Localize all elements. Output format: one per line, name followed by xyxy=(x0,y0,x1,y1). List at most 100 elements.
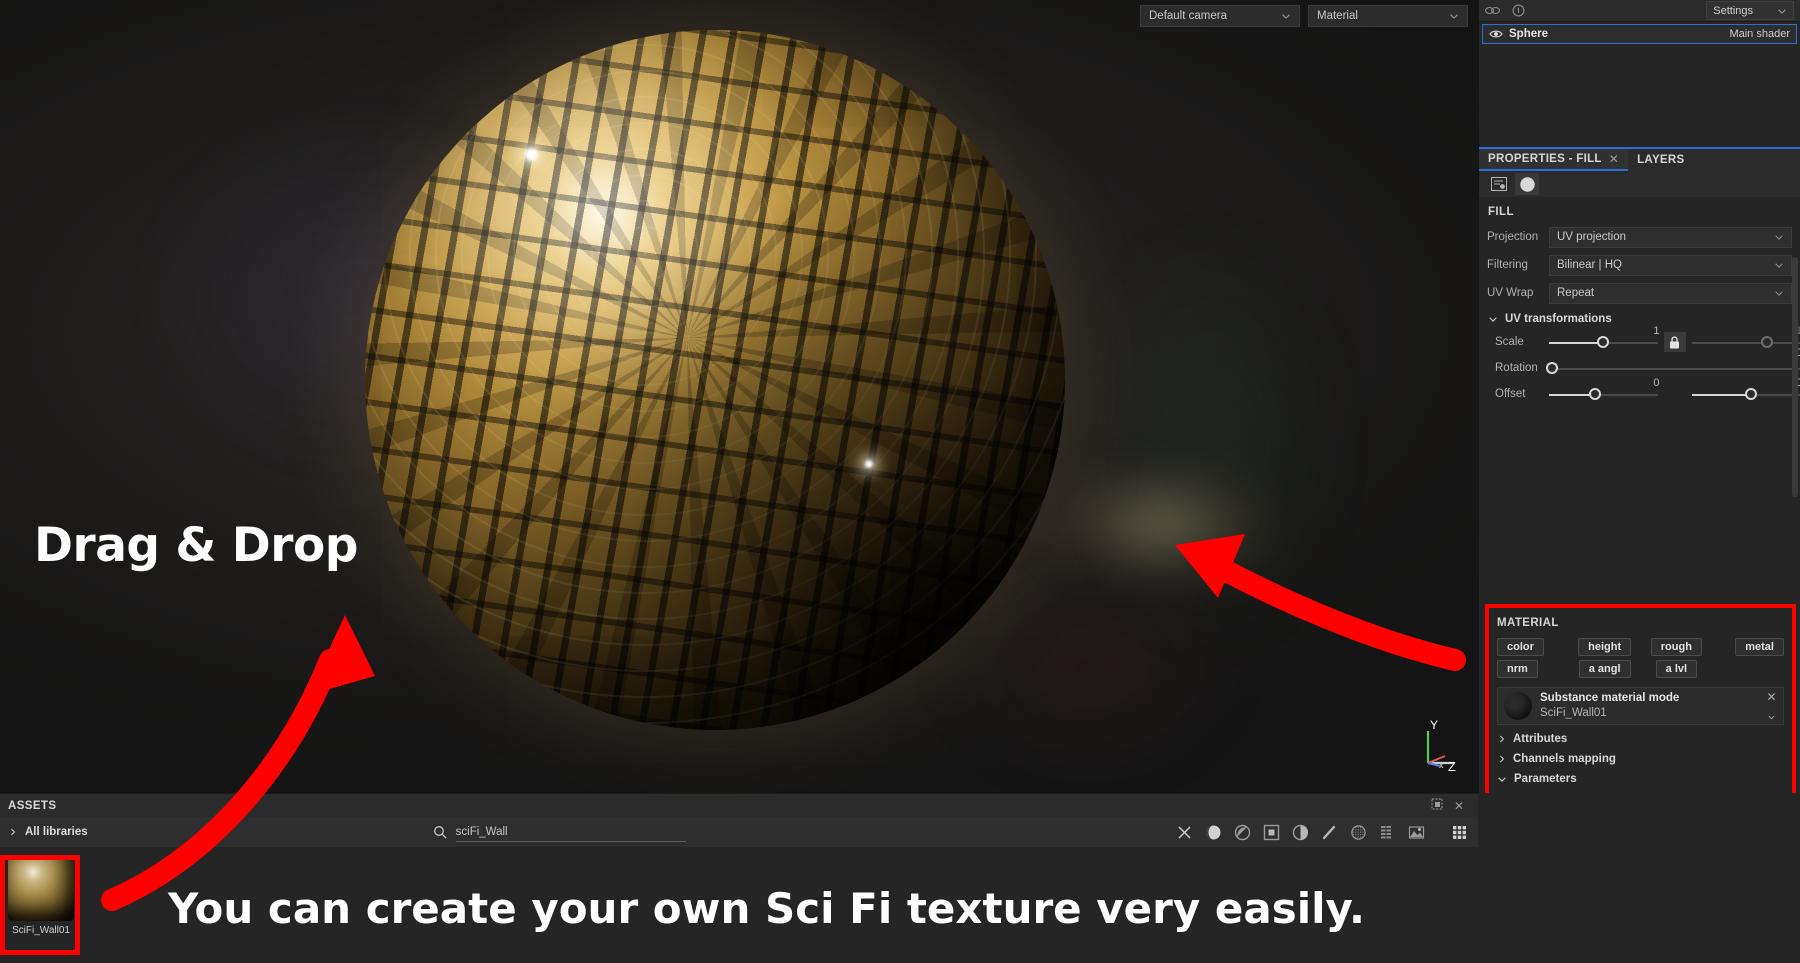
subtab-properties[interactable] xyxy=(1487,173,1511,195)
chevron-right-icon xyxy=(11,828,16,836)
materials-filter-icon[interactable] xyxy=(1202,821,1224,843)
material-sphere-icon xyxy=(1519,176,1535,192)
viewport-top-controls: Default camera Material xyxy=(1140,5,1468,27)
close-icon[interactable]: ✕ xyxy=(1448,799,1470,813)
smart-materials-filter-icon[interactable] xyxy=(1231,821,1253,843)
properties-tabbar: PROPERTIES - FILL ✕ LAYERS xyxy=(1479,147,1800,171)
shelf-item-name: Sphere xyxy=(1509,28,1548,40)
sphere-specular-highlight-2 xyxy=(865,460,873,468)
sphere-specular-highlight xyxy=(525,148,538,161)
smart-masks-filter-icon[interactable] xyxy=(1289,821,1311,843)
tab-properties-fill[interactable]: PROPERTIES - FILL ✕ xyxy=(1479,149,1629,171)
section-parameters-label: Parameters xyxy=(1514,773,1577,785)
uv-transformations-header[interactable]: UV transformations xyxy=(1479,309,1800,329)
assets-header: ASSETS ✕ xyxy=(0,793,1478,817)
channel-button-rough[interactable]: rough xyxy=(1650,638,1702,656)
chevron-down-icon xyxy=(1489,317,1497,322)
properties-scrollbar[interactable] xyxy=(1792,257,1798,497)
sphere-shading xyxy=(365,30,1065,730)
channel-button-a-angl[interactable]: a angl xyxy=(1578,660,1631,678)
clear-filter-icon[interactable] xyxy=(1173,821,1195,843)
uv-transformations-label: UV transformations xyxy=(1505,313,1612,325)
tab-properties-fill-label: PROPERTIES - FILL xyxy=(1488,153,1602,165)
grid-view-icon[interactable] xyxy=(1448,821,1470,843)
channel-button-metal[interactable]: metal xyxy=(1735,638,1784,656)
annotation-bottom-caption: You can create your own Sci Fi texture v… xyxy=(168,884,1365,933)
chevron-down-icon[interactable] xyxy=(1766,713,1777,721)
all-libraries-button[interactable]: All libraries xyxy=(8,826,88,838)
slider-scale-v[interactable]: 1 xyxy=(1691,325,1800,353)
material-sphere-thumbnail xyxy=(1504,692,1532,720)
right-panel-bottom-filler xyxy=(1478,793,1800,963)
close-icon[interactable]: ✕ xyxy=(1609,152,1619,166)
viewport-lens-flare xyxy=(1040,480,1280,570)
assets-search: sciFi_Wall xyxy=(433,823,686,842)
fill-section-title: FILL xyxy=(1488,206,1514,218)
axis-label-y: Y xyxy=(1430,719,1438,732)
application-window: Default camera Material Y x Z Settings S… xyxy=(0,0,1800,963)
environments-filter-icon[interactable] xyxy=(1405,821,1427,843)
brushes-filter-icon[interactable] xyxy=(1318,821,1340,843)
subtab-material[interactable] xyxy=(1515,173,1539,195)
field-filtering-select[interactable]: Bilinear | HQ xyxy=(1549,254,1792,276)
assets-panel: ASSETS ✕ All libraries sciFi_Wall SciFi_… xyxy=(0,793,1478,963)
properties-subtabs xyxy=(1479,171,1800,197)
channel-button-height[interactable]: height xyxy=(1578,638,1632,656)
field-projection: Projection UV projection xyxy=(1487,225,1792,249)
channel-button-nrm[interactable]: nrm xyxy=(1497,660,1538,678)
maximize-icon[interactable] xyxy=(1426,798,1448,813)
sphere-3d-model[interactable] xyxy=(365,30,1065,730)
camera-select[interactable]: Default camera xyxy=(1140,5,1300,27)
3d-viewport[interactable]: Default camera Material Y x Z xyxy=(0,0,1478,793)
chevron-right-icon xyxy=(1500,735,1505,743)
tab-layers[interactable]: LAYERS xyxy=(1628,149,1693,171)
slider-scale-label: Scale xyxy=(1495,336,1524,348)
settings-dropdown[interactable]: Settings xyxy=(1706,1,1794,20)
search-icon[interactable] xyxy=(433,825,447,839)
field-uv-wrap-value: Repeat xyxy=(1557,287,1595,299)
shading-select[interactable]: Material xyxy=(1308,5,1468,27)
chevron-down-icon xyxy=(1282,14,1290,19)
field-uv-wrap-select[interactable]: Repeat xyxy=(1549,282,1792,304)
section-parameters[interactable]: Parameters xyxy=(1489,769,1792,789)
section-attributes[interactable]: Attributes xyxy=(1489,729,1792,749)
search-input-value: sciFi_Wall xyxy=(455,825,508,838)
channel-button-color[interactable]: color xyxy=(1497,638,1544,656)
scale-lock-button[interactable] xyxy=(1663,332,1686,352)
field-projection-label: Projection xyxy=(1487,231,1539,243)
shelf-item-sphere[interactable]: Sphere Main shader xyxy=(1482,24,1797,44)
field-filtering: Filtering Bilinear | HQ xyxy=(1487,253,1792,277)
slider-offset-u[interactable]: 0 xyxy=(1549,377,1660,405)
axis-gizmo[interactable]: Y x Z xyxy=(1414,719,1466,771)
material-source-card[interactable]: Substance material mode SciFi_Wall01 ✕ xyxy=(1497,687,1784,725)
shading-select-value: Material xyxy=(1317,10,1358,22)
info-icon[interactable] xyxy=(1512,4,1525,17)
shelf-empty-area xyxy=(1479,44,1800,147)
section-channels-mapping[interactable]: Channels mapping xyxy=(1489,749,1792,769)
channel-button-a-lvl[interactable]: a lvl xyxy=(1655,660,1698,678)
all-libraries-label: All libraries xyxy=(25,826,88,838)
asset-item-scifi-wall01[interactable]: SciFi_Wall01 xyxy=(8,855,74,936)
masks-filter-icon[interactable] xyxy=(1260,821,1282,843)
chevron-down-icon xyxy=(1775,263,1783,268)
lock-icon xyxy=(1670,335,1679,348)
slider-offset-u-value: 0 xyxy=(1653,377,1660,389)
alphas-filter-icon[interactable] xyxy=(1347,821,1369,843)
slider-rotation-label: Rotation xyxy=(1495,362,1538,374)
eye-icon[interactable] xyxy=(1489,29,1503,39)
field-uv-wrap: UV Wrap Repeat xyxy=(1487,281,1792,305)
asset-item-label: SciFi_Wall01 xyxy=(12,925,70,936)
slider-offset: Offset 0 0 xyxy=(1479,377,1800,407)
field-projection-select[interactable]: UV projection xyxy=(1549,226,1792,248)
slider-rotation-track[interactable]: 0 xyxy=(1545,347,1800,379)
textures-filter-icon[interactable] xyxy=(1376,821,1398,843)
shelf-item-shader: Main shader xyxy=(1729,28,1790,40)
slider-scale-u[interactable]: 1 xyxy=(1549,325,1660,353)
annotation-drag-drop: Drag & Drop xyxy=(34,518,358,573)
link-cameras-icon[interactable] xyxy=(1485,4,1500,17)
close-icon[interactable]: ✕ xyxy=(1766,691,1776,703)
chevron-down-icon xyxy=(1775,291,1783,296)
search-input[interactable]: sciFi_Wall xyxy=(455,823,686,842)
section-attributes-label: Attributes xyxy=(1513,733,1568,745)
slider-offset-v[interactable]: 0 xyxy=(1691,377,1800,405)
